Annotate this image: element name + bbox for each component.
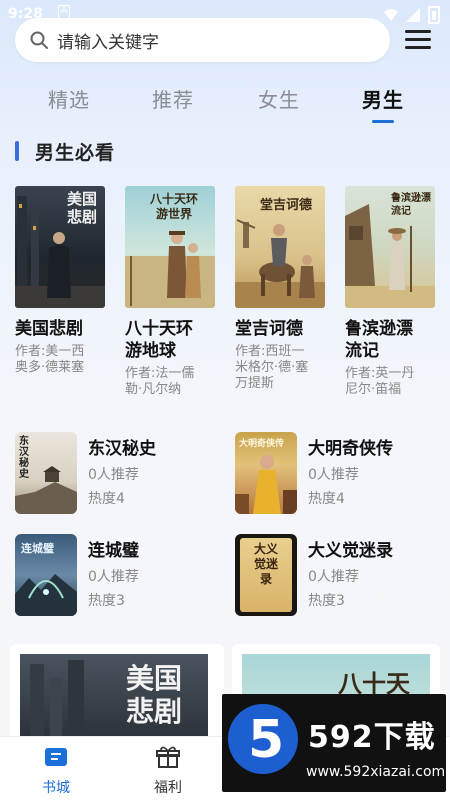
tab-jingxuan[interactable]: 精选 [48, 84, 90, 113]
section-accent-bar [15, 141, 19, 161]
book-thumb[interactable]: 大明奇侠传 [235, 432, 297, 514]
book-title: 大义觉迷录 [308, 541, 393, 561]
book-card[interactable]: 八十天环游世界 八十天环 游地球 作者:法一儒 勒·凡尔纳 [125, 186, 217, 398]
book-title-line: 鲁滨逊漂 [345, 319, 413, 339]
status-icons [384, 6, 440, 24]
nav-label: 书城 [42, 780, 70, 796]
heat-value: 热度4 [88, 491, 125, 507]
author-line: 尼尔·笛福 [345, 382, 402, 397]
thumb-title: 连城璧 [21, 542, 54, 555]
book-icon [45, 748, 67, 766]
search-icon [30, 31, 48, 49]
book-title: 八十天环 游地球 [125, 318, 217, 362]
book-title-line: 堂吉诃德 [235, 319, 303, 339]
watermark-url: www.592xiazai.com [306, 764, 446, 780]
watermark-digit: 5 [248, 710, 285, 770]
book-author: 作者:西班一 米格尔·德·塞 万提斯 [235, 344, 327, 392]
book-card[interactable]: 堂吉诃德 堂吉诃德 作者:西班一 米格尔·德·塞 万提斯 [235, 186, 327, 392]
thumb-title: 大义觉迷录 [253, 542, 278, 586]
list-item[interactable]: 连城璧 连城璧 0人推荐 热度3 [15, 534, 225, 624]
thumb-title: 东汉秘史 [19, 436, 29, 480]
book-title: 鲁滨逊漂 流记 [345, 318, 437, 362]
tab-tuijian[interactable]: 推荐 [152, 84, 194, 113]
cover-title: 鲁滨逊漂流记 [391, 193, 431, 217]
book-cover[interactable]: 鲁滨逊漂流记 [345, 186, 435, 308]
section-header: 男生必看 [15, 138, 115, 164]
author-line: 万提斯 [235, 376, 275, 391]
cover-title: 美国悲剧 [67, 190, 98, 226]
book-author: 作者:美一西 奥多·德莱塞 [15, 344, 107, 376]
recommend-count: 0人推荐 [308, 569, 359, 585]
category-tabs: 精选 推荐 女生 男生 [0, 84, 450, 124]
banner-image: 美国悲剧 [20, 654, 208, 744]
author-line: 勒·凡尔纳 [125, 382, 182, 397]
recommend-count: 0人推荐 [308, 467, 359, 483]
book-title-line: 游地球 [125, 341, 176, 361]
cover-title: 堂吉诃德 [259, 198, 312, 213]
book-card[interactable]: 鲁滨逊漂流记 鲁滨逊漂 流记 作者:英一丹 尼尔·笛福 [345, 186, 437, 398]
book-title: 美国悲剧 [15, 318, 107, 340]
book-title-line: 八十天环 [125, 319, 193, 339]
heat-value: 热度4 [308, 491, 345, 507]
nav-label: 福利 [154, 780, 182, 796]
author-line: 奥多·德莱塞 [15, 360, 85, 375]
book-title: 东汉秘史 [88, 439, 156, 459]
tab-nvsheng[interactable]: 女生 [258, 84, 300, 113]
wifi-icon [384, 9, 398, 21]
battery-icon [428, 6, 440, 24]
list-item[interactable]: 东汉秘史 东汉秘史 0人推荐 热度4 [15, 432, 225, 522]
notification-icon: A [58, 5, 70, 19]
author-line: 作者:美一西 [15, 344, 85, 359]
book-cover[interactable]: 八十天环游世界 [125, 186, 215, 308]
gift-icon [156, 746, 180, 768]
menu-icon[interactable] [405, 30, 431, 50]
cover-title: 八十天环游世界 [149, 192, 198, 221]
banner-card[interactable]: 美国悲剧 [10, 644, 224, 744]
nav-item-fuli[interactable]: 福利 [138, 745, 198, 797]
tab-nansheng[interactable]: 男生 [362, 84, 404, 113]
book-title-line: 流记 [345, 341, 379, 361]
thumb-title: 大明奇侠传 [239, 439, 285, 449]
list-item[interactable]: 大义觉迷录 大义觉迷录 0人推荐 热度3 [235, 534, 445, 624]
book-thumb[interactable]: 大义觉迷录 [235, 534, 297, 616]
search-input[interactable]: 请输入关键字 [15, 18, 390, 62]
watermark-brand: 592下载 [308, 720, 436, 755]
book-thumb[interactable]: 连城璧 [15, 534, 77, 616]
book-thumb[interactable]: 东汉秘史 [15, 432, 77, 514]
search-placeholder: 请输入关键字 [57, 32, 159, 53]
list-item[interactable]: 大明奇侠传 大明奇侠传 0人推荐 热度4 [235, 432, 445, 522]
book-title: 堂吉诃德 [235, 318, 327, 340]
watermark-logo: 5 592下载 www.592xiazai.com [222, 694, 446, 792]
book-title-line: 美国悲剧 [15, 319, 83, 339]
recommend-count: 0人推荐 [88, 467, 139, 483]
banner-title: 美国悲剧 [126, 662, 183, 728]
signal-icon [406, 8, 420, 22]
book-author: 作者:法一儒 勒·凡尔纳 [125, 366, 217, 398]
active-tab-indicator [372, 120, 394, 123]
heat-value: 热度3 [308, 593, 345, 609]
author-line: 作者:西班一 [235, 344, 305, 359]
recommend-count: 0人推荐 [88, 569, 139, 585]
author-line: 作者:法一儒 [125, 366, 195, 381]
book-title: 连城璧 [88, 541, 139, 561]
author-line: 米格尔·德·塞 [235, 360, 309, 375]
book-card[interactable]: 美国悲剧 美国悲剧 作者:美一西 奥多·德莱塞 [15, 186, 107, 376]
author-line: 作者:英一丹 [345, 366, 415, 381]
nav-item-shucheng[interactable]: 书城 [26, 745, 86, 797]
book-author: 作者:英一丹 尼尔·笛福 [345, 366, 437, 398]
book-title: 大明奇侠传 [308, 439, 393, 459]
heat-value: 热度3 [88, 593, 125, 609]
section-title: 男生必看 [35, 141, 116, 164]
book-cover[interactable]: 堂吉诃德 [235, 186, 325, 308]
book-cover[interactable]: 美国悲剧 [15, 186, 105, 308]
